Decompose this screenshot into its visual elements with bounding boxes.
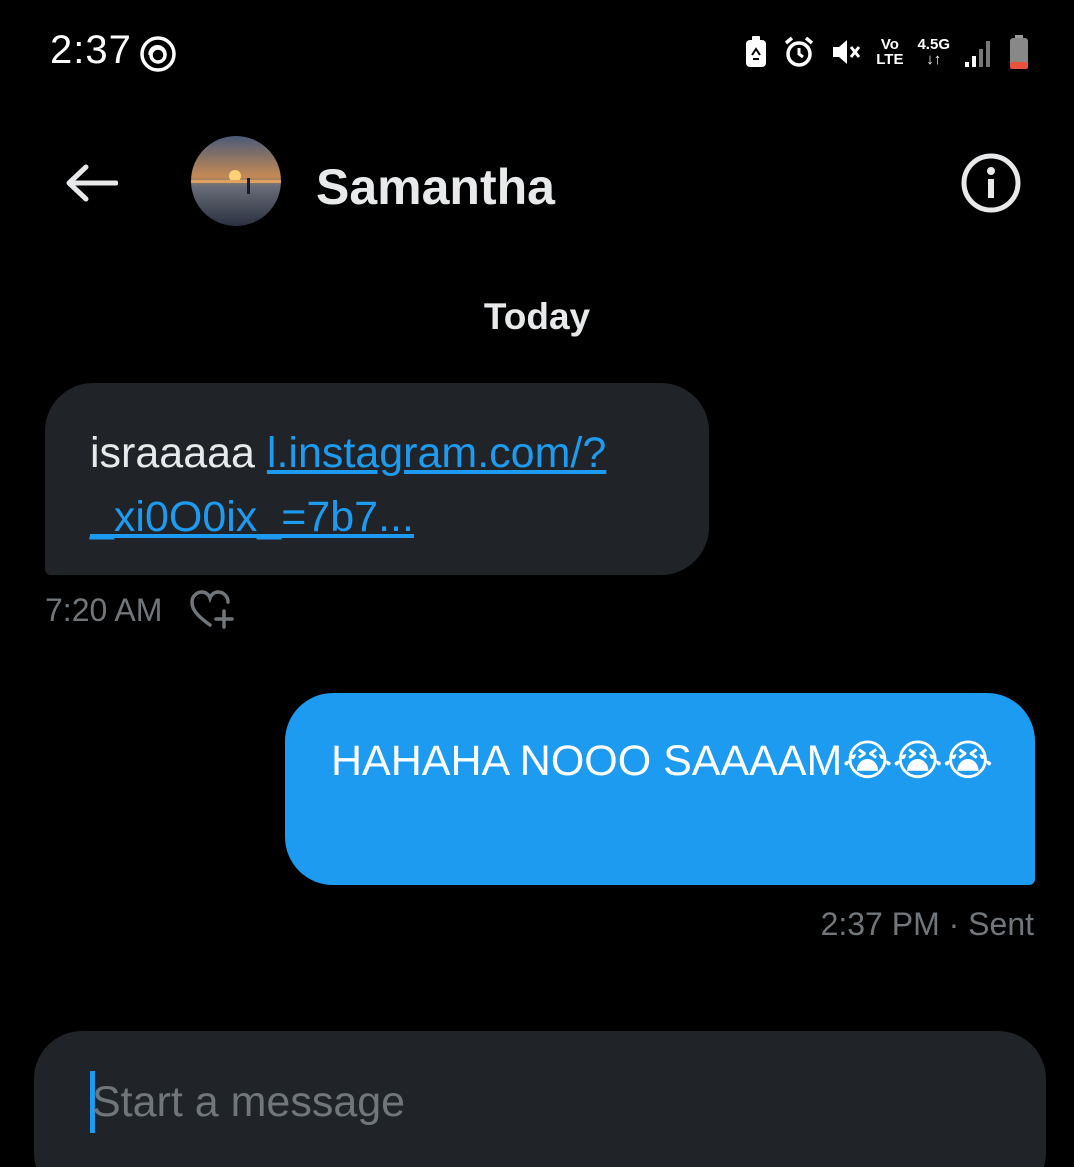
outgoing-message-text: HAHAHA NOOO SAAAAM😭😭😭 <box>331 737 994 785</box>
signal-icon <box>964 36 994 68</box>
outgoing-message-bubble[interactable]: HAHAHA NOOO SAAAAM😭😭😭 <box>285 693 1035 885</box>
volte-bottom-label: LTE <box>876 51 904 68</box>
battery-icon <box>1008 34 1030 70</box>
link-line-1: l.instagram.com/? <box>266 429 607 477</box>
incoming-message-text: israaaaa <box>90 429 255 477</box>
volte-indicator: Vo LTE <box>876 37 903 67</box>
battery-saver-icon <box>744 35 768 69</box>
dm-conversation-screen: 2:37 Vo LTE 4.5G ↓↑ Samantha Today israa… <box>0 0 1074 1167</box>
data-arrows-icon: ↓↑ <box>926 51 942 68</box>
outgoing-message-meta: 2:37 PM · Sent <box>820 906 1034 942</box>
message-composer[interactable] <box>34 1031 1046 1167</box>
back-button[interactable] <box>58 155 124 211</box>
threads-icon <box>138 34 178 74</box>
status-bar: 2:37 Vo LTE 4.5G ↓↑ <box>0 0 1074 100</box>
conversation-info-button[interactable] <box>958 150 1024 216</box>
info-icon <box>961 153 1021 213</box>
incoming-message-time: 7:20 AM <box>45 591 163 628</box>
link-line-2: _xi0O0ix_=7b7... <box>90 493 414 541</box>
conversation-header: Samantha <box>0 130 1074 240</box>
message-input[interactable] <box>92 1067 992 1137</box>
contact-name[interactable]: Samantha <box>316 158 555 216</box>
mute-icon <box>830 36 862 68</box>
heart-plus-icon <box>190 590 235 629</box>
status-time: 2:37 <box>50 28 132 72</box>
incoming-message-meta: 7:20 AM <box>45 590 238 630</box>
data-indicator: 4.5G ↓↑ <box>917 37 950 67</box>
incoming-message-bubble[interactable]: israaaaa l.instagram.com/? _xi0O0ix_=7b7.… <box>45 383 709 575</box>
back-arrow-icon <box>66 164 118 202</box>
date-separator: Today <box>483 296 591 337</box>
contact-avatar[interactable] <box>191 136 281 226</box>
add-reaction-button[interactable] <box>188 589 238 631</box>
alarm-icon <box>782 35 816 69</box>
status-icons: Vo LTE 4.5G ↓↑ <box>744 32 1030 72</box>
